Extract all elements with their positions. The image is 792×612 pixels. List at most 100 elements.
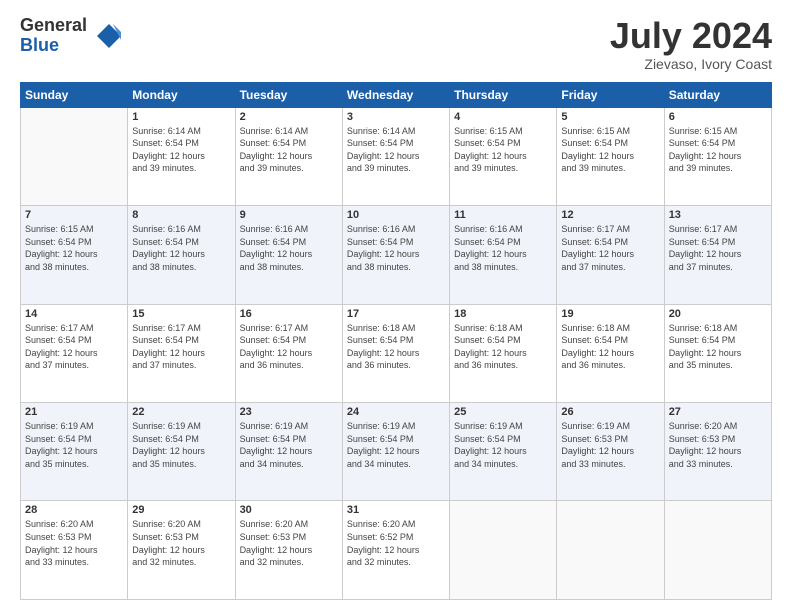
day-info: Sunrise: 6:18 AM Sunset: 6:54 PM Dayligh… — [561, 322, 659, 372]
table-row — [557, 501, 664, 600]
day-number: 11 — [454, 209, 552, 221]
day-info: Sunrise: 6:19 AM Sunset: 6:53 PM Dayligh… — [561, 420, 659, 470]
day-number: 17 — [347, 308, 445, 320]
day-info: Sunrise: 6:17 AM Sunset: 6:54 PM Dayligh… — [25, 322, 123, 372]
logo-general: General — [20, 16, 87, 36]
day-number: 13 — [669, 209, 767, 221]
day-info: Sunrise: 6:19 AM Sunset: 6:54 PM Dayligh… — [25, 420, 123, 470]
table-row: 9Sunrise: 6:16 AM Sunset: 6:54 PM Daylig… — [235, 206, 342, 304]
table-row: 13 Sunrise: 6:17 AM Sunset: 6:54 PM Dayli… — [664, 206, 771, 304]
calendar-week-row: 14 Sunrise: 6:17 AM Sunset: 6:54 PM Dayli… — [21, 304, 772, 402]
day-info: Sunrise: 6:20 AM Sunset: 6:53 PM Dayligh… — [132, 518, 230, 568]
day-number: 30 — [240, 504, 338, 516]
logo-blue: Blue — [20, 36, 87, 56]
day-number: 7 — [25, 209, 123, 221]
table-row: 11 Sunrise: 6:16 AM Sunset: 6:54 PM Dayli… — [450, 206, 557, 304]
day-number: 4 — [454, 111, 552, 123]
day-info: Sunrise: 6:17 AM Sunset: 6:54 PM Dayligh… — [669, 223, 767, 273]
day-number: 31 — [347, 504, 445, 516]
day-number: 14 — [25, 308, 123, 320]
day-info: Sunrise: 6:14 AM Sunset: 6:54 PM Dayligh… — [240, 125, 338, 175]
day-info: Sunrise: 6:15 AM Sunset: 6:54 PM Dayligh… — [561, 125, 659, 175]
day-info: Sunrise: 6:20 AM Sunset: 6:53 PM Dayligh… — [25, 518, 123, 568]
table-row: 5 Sunrise: 6:15 AM Sunset: 6:54 PM Daylig… — [557, 107, 664, 205]
day-number: 3 — [347, 111, 445, 123]
day-info: Sunrise: 6:17 AM Sunset: 6:54 PM Dayligh… — [240, 322, 338, 372]
day-info: Sunrise: 6:18 AM Sunset: 6:54 PM Dayligh… — [454, 322, 552, 372]
day-number: 9 — [240, 209, 338, 221]
table-row: 31 Sunrise: 6:20 AM Sunset: 6:52 PM Dayli… — [342, 501, 449, 600]
day-number: 20 — [669, 308, 767, 320]
col-friday: Friday — [557, 82, 664, 107]
day-number: 10 — [347, 209, 445, 221]
logo-text: General Blue — [20, 16, 87, 56]
day-info: Sunrise: 6:19 AM Sunset: 6:54 PM Dayligh… — [347, 420, 445, 470]
calendar-header-row: Sunday Monday Tuesday Wednesday Thursday… — [21, 82, 772, 107]
day-number: 19 — [561, 308, 659, 320]
day-info: Sunrise: 6:18 AM Sunset: 6:54 PM Dayligh… — [669, 322, 767, 372]
day-info: Sunrise: 6:20 AM Sunset: 6:52 PM Dayligh… — [347, 518, 445, 568]
col-wednesday: Wednesday — [342, 82, 449, 107]
table-row: 6 Sunrise: 6:15 AM Sunset: 6:54 PM Daylig… — [664, 107, 771, 205]
day-number: 29 — [132, 504, 230, 516]
table-row: 30 Sunrise: 6:20 AM Sunset: 6:53 PM Dayli… — [235, 501, 342, 600]
table-row: 28 Sunrise: 6:20 AM Sunset: 6:53 PM Dayli… — [21, 501, 128, 600]
calendar-week-row: 7 Sunrise: 6:15 AM Sunset: 6:54 PM Daylig… — [21, 206, 772, 304]
logo: General Blue — [20, 16, 125, 56]
table-row: 17 Sunrise: 6:18 AM Sunset: 6:54 PM Dayli… — [342, 304, 449, 402]
calendar-week-row: 1 Sunrise: 6:14 AM Sunset: 6:54 PM Daylig… — [21, 107, 772, 205]
table-row: 7 Sunrise: 6:15 AM Sunset: 6:54 PM Daylig… — [21, 206, 128, 304]
day-number: 12 — [561, 209, 659, 221]
day-number: 18 — [454, 308, 552, 320]
day-info: Sunrise: 6:19 AM Sunset: 6:54 PM Dayligh… — [454, 420, 552, 470]
day-info: Sunrise: 6:15 AM Sunset: 6:54 PM Dayligh… — [669, 125, 767, 175]
table-row: 2Sunrise: 6:14 AM Sunset: 6:54 PM Daylig… — [235, 107, 342, 205]
day-number: 21 — [25, 406, 123, 418]
day-info: Sunrise: 6:17 AM Sunset: 6:54 PM Dayligh… — [132, 322, 230, 372]
table-row: 27 Sunrise: 6:20 AM Sunset: 6:53 PM Dayli… — [664, 403, 771, 501]
month-title: July 2024 — [610, 16, 772, 56]
day-number: 28 — [25, 504, 123, 516]
day-info: Sunrise: 6:18 AM Sunset: 6:54 PM Dayligh… — [347, 322, 445, 372]
table-row: 25 Sunrise: 6:19 AM Sunset: 6:54 PM Dayli… — [450, 403, 557, 501]
day-info: Sunrise: 6:15 AM Sunset: 6:54 PM Dayligh… — [25, 223, 123, 273]
day-number: 15 — [132, 308, 230, 320]
day-number: 27 — [669, 406, 767, 418]
table-row: 14 Sunrise: 6:17 AM Sunset: 6:54 PM Dayli… — [21, 304, 128, 402]
table-row: 22Sunrise: 6:19 AM Sunset: 6:54 PM Dayli… — [128, 403, 235, 501]
col-sunday: Sunday — [21, 82, 128, 107]
title-block: July 2024 Zievaso, Ivory Coast — [610, 16, 772, 72]
day-info: Sunrise: 6:17 AM Sunset: 6:54 PM Dayligh… — [561, 223, 659, 273]
header: General Blue July 2024 Zievaso, Ivory Co… — [20, 16, 772, 72]
day-info: Sunrise: 6:16 AM Sunset: 6:54 PM Dayligh… — [454, 223, 552, 273]
day-info: Sunrise: 6:20 AM Sunset: 6:53 PM Dayligh… — [669, 420, 767, 470]
col-thursday: Thursday — [450, 82, 557, 107]
day-info: Sunrise: 6:14 AM Sunset: 6:54 PM Dayligh… — [132, 125, 230, 175]
day-number: 8 — [132, 209, 230, 221]
table-row — [450, 501, 557, 600]
table-row: 1 Sunrise: 6:14 AM Sunset: 6:54 PM Daylig… — [128, 107, 235, 205]
day-info: Sunrise: 6:16 AM Sunset: 6:54 PM Dayligh… — [132, 223, 230, 273]
table-row: 19 Sunrise: 6:18 AM Sunset: 6:54 PM Dayli… — [557, 304, 664, 402]
calendar-table: Sunday Monday Tuesday Wednesday Thursday… — [20, 82, 772, 600]
day-number: 26 — [561, 406, 659, 418]
page: General Blue July 2024 Zievaso, Ivory Co… — [0, 0, 792, 612]
day-number: 25 — [454, 406, 552, 418]
day-info: Sunrise: 6:15 AM Sunset: 6:54 PM Dayligh… — [454, 125, 552, 175]
day-number: 6 — [669, 111, 767, 123]
table-row: 10Sunrise: 6:16 AM Sunset: 6:54 PM Dayli… — [342, 206, 449, 304]
day-number: 22 — [132, 406, 230, 418]
day-info: Sunrise: 6:20 AM Sunset: 6:53 PM Dayligh… — [240, 518, 338, 568]
table-row: 18 Sunrise: 6:18 AM Sunset: 6:54 PM Dayli… — [450, 304, 557, 402]
calendar-week-row: 28 Sunrise: 6:20 AM Sunset: 6:53 PM Dayli… — [21, 501, 772, 600]
table-row: 20 Sunrise: 6:18 AM Sunset: 6:54 PM Dayli… — [664, 304, 771, 402]
table-row — [21, 107, 128, 205]
col-monday: Monday — [128, 82, 235, 107]
calendar-week-row: 21 Sunrise: 6:19 AM Sunset: 6:54 PM Dayli… — [21, 403, 772, 501]
day-number: 1 — [132, 111, 230, 123]
table-row: 29 Sunrise: 6:20 AM Sunset: 6:53 PM Dayli… — [128, 501, 235, 600]
day-info: Sunrise: 6:19 AM Sunset: 6:54 PM Dayligh… — [240, 420, 338, 470]
day-number: 5 — [561, 111, 659, 123]
table-row: 24 Sunrise: 6:19 AM Sunset: 6:54 PM Dayli… — [342, 403, 449, 501]
day-number: 24 — [347, 406, 445, 418]
